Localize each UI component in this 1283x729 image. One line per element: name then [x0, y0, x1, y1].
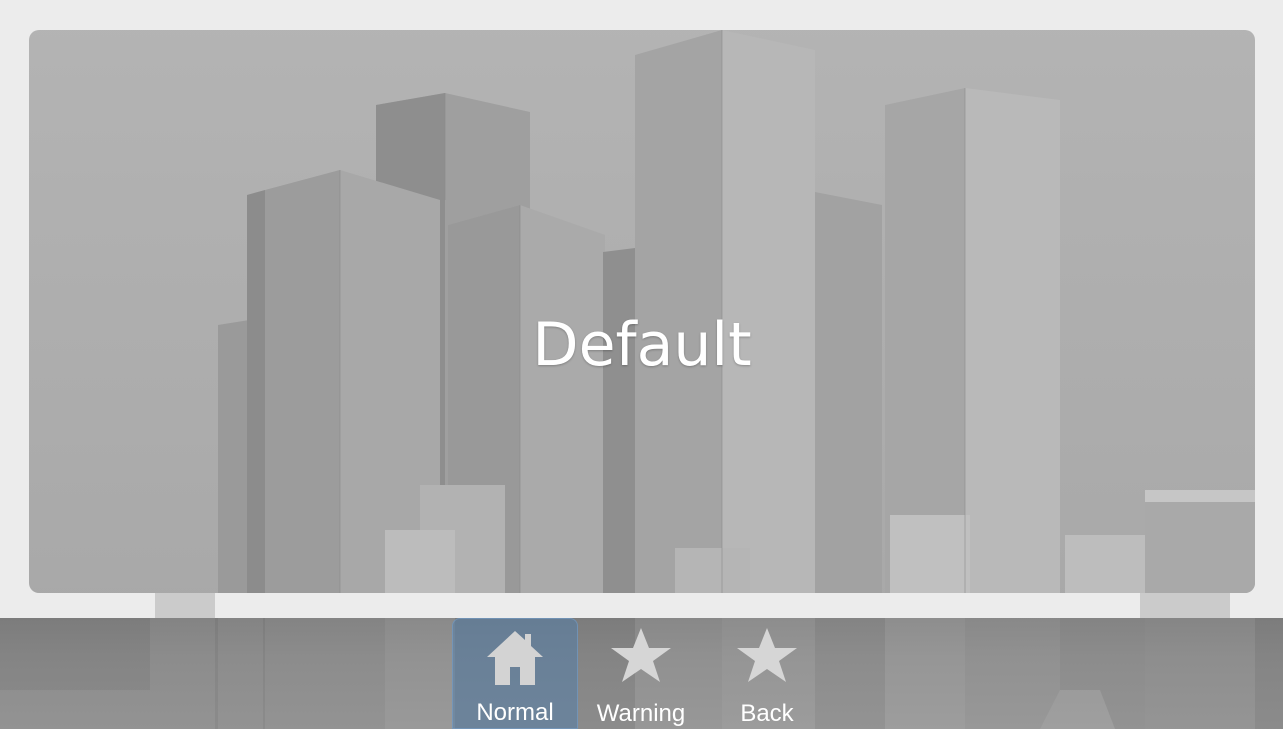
nav-label-normal: Normal — [476, 699, 554, 726]
nav-button-normal[interactable]: Normal — [452, 618, 578, 729]
bottom-nav: Normal Warning Back — [452, 618, 830, 729]
page-title: Default — [532, 310, 752, 380]
nav-label-warning: Warning — [596, 700, 686, 727]
home-icon — [487, 631, 543, 685]
content-panel: Default — [29, 30, 1255, 593]
nav-button-warning[interactable]: Warning — [578, 618, 704, 729]
nav-label-back: Back — [740, 700, 794, 727]
nav-button-back[interactable]: Back — [704, 618, 830, 729]
star-icon — [611, 628, 671, 682]
star-icon — [737, 628, 797, 682]
